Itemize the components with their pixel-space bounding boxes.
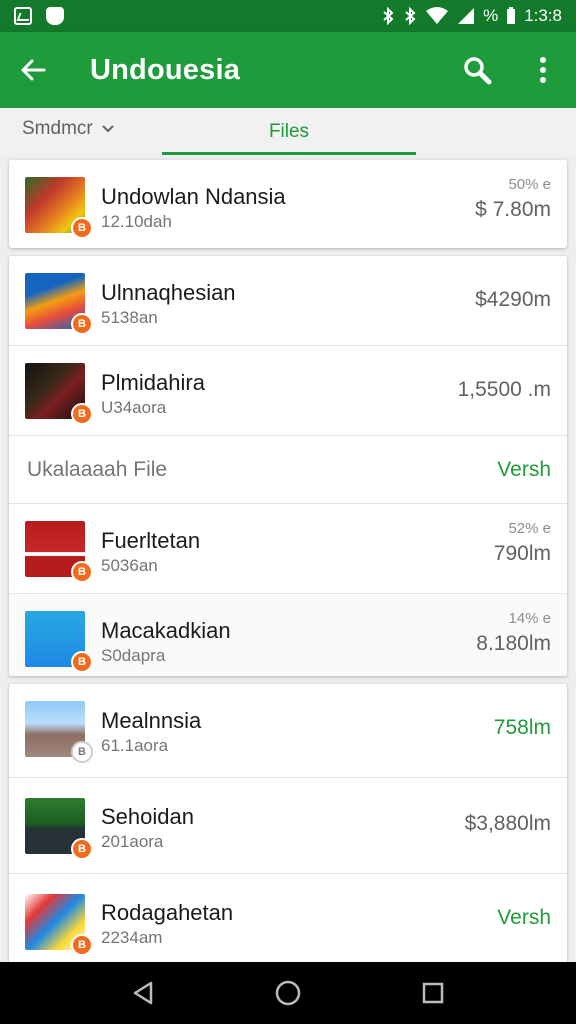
file-name: Plmidahira <box>101 370 205 395</box>
sort-dropdown[interactable]: Smdmcr <box>22 118 115 140</box>
file-meta: 5036an <box>101 556 158 575</box>
file-percent: 50% e <box>508 176 551 193</box>
list-item[interactable]: B Fuerltetan 5036an 52% e 790lm <box>9 504 567 594</box>
search-icon <box>464 57 492 85</box>
file-type-badge: B <box>71 651 93 673</box>
file-name: Rodagahetan <box>101 900 234 925</box>
shield-notification-icon <box>46 7 64 25</box>
battery-icon <box>507 7 516 24</box>
file-card: B Mealnnsia 61.1aora 758lm B Sehoidan 20… <box>9 684 567 966</box>
cell-signal-icon <box>458 8 475 24</box>
more-vert-icon <box>540 57 546 83</box>
tab-files-label: Files <box>268 121 310 142</box>
file-type-badge: B <box>71 403 93 425</box>
file-size: 1,5500 .m <box>457 378 551 401</box>
app-bar: Undouesia <box>0 32 576 108</box>
file-size: $3,880lm <box>464 812 551 835</box>
file-type-badge: B <box>71 313 93 335</box>
file-type-badge: B <box>71 934 93 956</box>
file-thumbnail: B <box>25 701 93 763</box>
list-item[interactable]: B Ulnnaqhesian 5138an $4290m <box>9 256 567 346</box>
bluetooth-icon <box>383 7 394 25</box>
nav-home-button[interactable] <box>268 973 308 1013</box>
file-card: B Undowlan Ndansia 12.10dah 50% e $ 7.80… <box>9 160 567 248</box>
bluetooth-icon <box>405 7 416 25</box>
list-item[interactable]: B Sehoidan 201aora $3,880lm <box>9 778 567 874</box>
section-action-link[interactable]: Versh <box>497 458 551 482</box>
file-type-badge: B <box>71 741 93 763</box>
file-name: Ulnnaqhesian <box>101 280 236 305</box>
status-bar: % 1:3:8 <box>0 0 576 32</box>
status-time: 1:3:8 <box>524 6 562 25</box>
file-meta: 2234am <box>101 928 163 947</box>
file-size: 758lm <box>493 716 551 739</box>
file-meta: 201aora <box>101 832 164 851</box>
file-thumbnail: B <box>25 273 93 335</box>
file-thumbnail: B <box>25 177 93 239</box>
file-name: Fuerltetan <box>101 528 201 553</box>
wifi-icon <box>426 7 449 24</box>
file-type-badge: B <box>71 561 93 583</box>
file-thumbnail: B <box>25 521 93 583</box>
file-size: $ 7.80m <box>475 198 551 221</box>
file-type-badge: B <box>71 217 93 239</box>
file-meta: 12.10dah <box>101 212 172 231</box>
gallery-notification-icon <box>14 7 32 25</box>
list-item[interactable]: B Mealnnsia 61.1aora 758lm <box>9 684 567 778</box>
file-percent: 52% e <box>508 520 551 537</box>
nav-home-icon <box>275 980 301 1006</box>
chevron-down-icon <box>102 125 114 133</box>
section-header: Ukalaaaah File Versh <box>9 436 567 504</box>
battery-percent: % <box>483 6 499 25</box>
nav-recent-button[interactable] <box>413 973 453 1013</box>
file-name: Undowlan Ndansia <box>101 184 286 209</box>
file-thumbnail: B <box>25 798 93 860</box>
back-button[interactable] <box>0 32 66 108</box>
nav-back-button[interactable] <box>123 973 163 1013</box>
file-name: Sehoidan <box>101 804 194 829</box>
file-thumbnail: B <box>25 894 93 956</box>
file-meta: 61.1aora <box>101 736 169 755</box>
page-title: Undouesia <box>90 53 241 86</box>
search-button[interactable] <box>444 32 510 108</box>
file-thumbnail: B <box>25 363 93 425</box>
file-name: Mealnnsia <box>101 708 202 733</box>
file-size: $4290m <box>475 288 551 311</box>
sort-label: Smdmcr <box>22 118 93 139</box>
list-item[interactable]: B Plmidahira U34aora 1,5500 .m <box>9 346 567 436</box>
file-meta: S0dapra <box>101 646 166 665</box>
more-options-button[interactable] <box>510 32 576 108</box>
file-name: Macakadkian <box>101 618 231 643</box>
file-size: 790lm <box>493 542 551 565</box>
nav-back-icon <box>133 981 152 1005</box>
file-meta: U34aora <box>101 398 167 417</box>
file-type-badge: B <box>71 838 93 860</box>
tab-files[interactable]: Files <box>162 108 416 156</box>
file-meta: 5138an <box>101 308 158 327</box>
file-percent: 14% e <box>508 610 551 627</box>
system-nav-bar <box>0 962 576 1024</box>
file-thumbnail: B <box>25 611 93 673</box>
file-size: 8.180lm <box>476 632 551 655</box>
list-item[interactable]: B Rodagahetan 2234am Versh <box>9 874 567 966</box>
section-title: Ukalaaaah File <box>27 458 168 481</box>
file-size: Versh <box>497 906 551 929</box>
file-card: B Ulnnaqhesian 5138an $4290m B Plmidahir… <box>9 256 567 676</box>
arrow-left-icon <box>21 59 46 81</box>
tab-bar: Smdmcr Files <box>0 108 576 156</box>
list-item[interactable]: B Macakadkian S0dapra 14% e 8.180lm <box>9 594 567 676</box>
list-item[interactable]: B Undowlan Ndansia 12.10dah 50% e $ 7.80… <box>9 160 567 248</box>
nav-recent-icon <box>423 982 444 1004</box>
